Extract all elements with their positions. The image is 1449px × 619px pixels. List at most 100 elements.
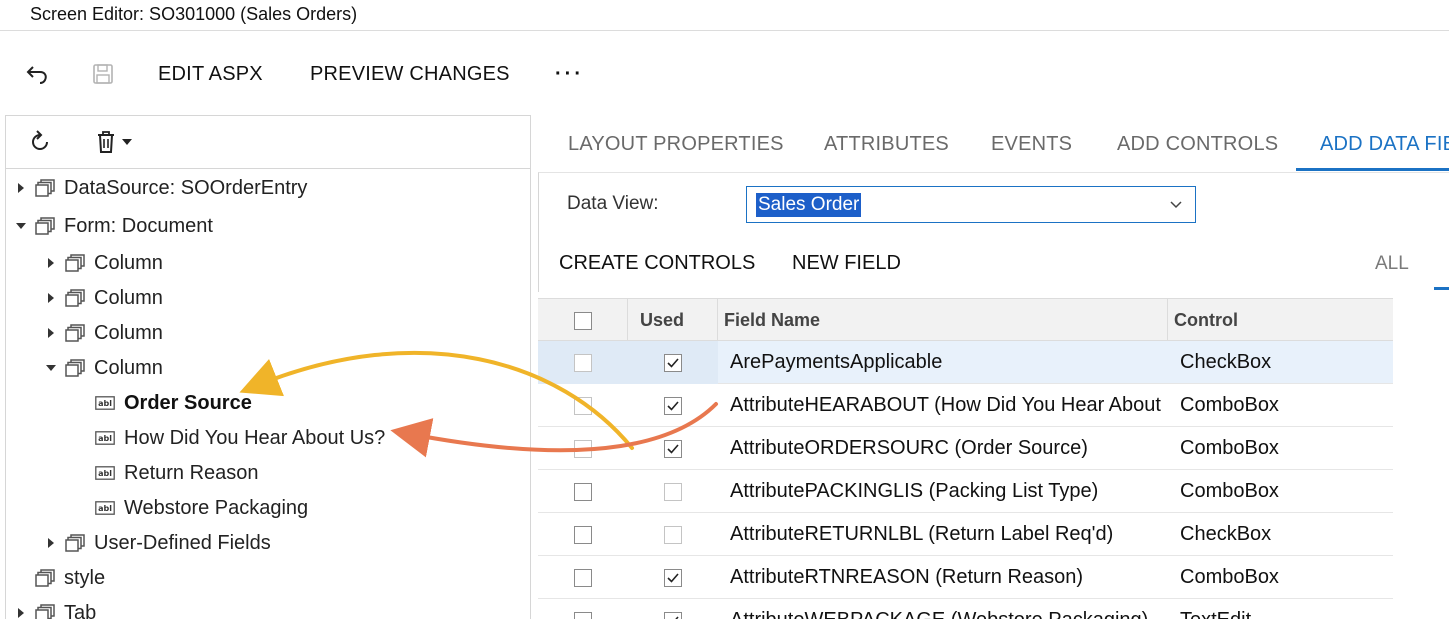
collapse-icon[interactable]: [13, 218, 29, 234]
tab-add-controls[interactable]: ADD CONTROLS: [1117, 133, 1278, 156]
expand-icon[interactable]: [43, 535, 59, 551]
tab-events[interactable]: EVENTS: [991, 133, 1072, 156]
expand-icon[interactable]: [13, 180, 29, 196]
field-name-cell: AttributeWEBPACKAGE (Webstore Packaging): [730, 599, 1166, 619]
expand-icon[interactable]: [43, 290, 59, 306]
tree-node-label: User-Defined Fields: [94, 531, 271, 554]
used-cell: [628, 341, 718, 384]
edit-aspx-button[interactable]: EDIT ASPX: [158, 50, 263, 98]
row-select-cell: [538, 427, 628, 470]
used-cell: [628, 384, 718, 427]
header-control[interactable]: Control: [1168, 299, 1393, 342]
tree-node-label: Return Reason: [124, 461, 259, 484]
collapse-icon[interactable]: [43, 360, 59, 376]
tree-node-column[interactable]: Column: [43, 316, 163, 350]
used-checkbox[interactable]: [664, 396, 682, 415]
data-view-select[interactable]: Sales Order: [746, 186, 1196, 223]
row-select-checkbox[interactable]: [574, 525, 592, 544]
table-row[interactable]: AttributeRETURNLBL (Return Label Req'd) …: [538, 513, 1393, 556]
used-checkbox[interactable]: [664, 611, 682, 619]
tab-add-data-fields[interactable]: ADD DATA FIE: [1320, 133, 1449, 156]
tree-node-form[interactable]: Form: Document: [13, 209, 213, 243]
tree-node-column[interactable]: Column: [43, 246, 163, 280]
expand-icon[interactable]: [43, 255, 59, 271]
tree-node-label: Column: [94, 356, 163, 379]
used-checkbox[interactable]: [664, 568, 682, 587]
tree-node-user-defined-fields[interactable]: User-Defined Fields: [43, 526, 271, 560]
control-cell: ComboBox: [1180, 480, 1279, 502]
filter-all-tab[interactable]: ALL: [1375, 253, 1409, 275]
table-row[interactable]: AttributeHEARABOUT (How Did You Hear Abo…: [538, 384, 1393, 427]
main-toolbar: EDIT ASPX PREVIEW CHANGES ···: [0, 50, 1449, 98]
svg-text:abl: abl: [98, 469, 112, 478]
tree-node-column[interactable]: Column: [43, 351, 163, 385]
field-name-cell: AttributeHEARABOUT (How Did You Hear Abo…: [730, 394, 1166, 416]
tab-attributes[interactable]: ATTRIBUTES: [824, 133, 949, 156]
filter-indicator: [1434, 287, 1449, 290]
row-select-cell: [538, 341, 628, 384]
tree-node-label: Column: [94, 321, 163, 344]
grid-header: Used Field Name Control: [538, 298, 1393, 342]
tree-node-label: Column: [94, 251, 163, 274]
refresh-icon[interactable]: [25, 128, 55, 156]
save-icon[interactable]: [88, 60, 118, 88]
undo-icon[interactable]: [23, 60, 53, 88]
used-cell: [628, 427, 718, 470]
container-icon: [35, 568, 55, 588]
container-icon: [65, 533, 85, 553]
more-menu-button[interactable]: ···: [555, 50, 584, 98]
new-field-button[interactable]: NEW FIELD: [792, 252, 901, 275]
text-field-icon: abl: [95, 393, 115, 413]
tree-node-label: Webstore Packaging: [124, 496, 309, 519]
tree-node-webstore-packaging[interactable]: abl Webstore Packaging: [95, 491, 308, 525]
row-select-cell: [538, 470, 628, 513]
table-row[interactable]: AttributeRTNREASON (Return Reason) Combo…: [538, 556, 1393, 599]
caret-down-icon[interactable]: [119, 128, 135, 156]
control-tree-panel: DataSource: SOOrderEntry Form: Document …: [5, 115, 531, 619]
used-cell: [628, 599, 718, 619]
field-name-cell: ArePaymentsApplicable: [730, 351, 943, 373]
tree-node-label: style: [64, 566, 106, 589]
header-field-name[interactable]: Field Name: [718, 299, 1168, 342]
tree-toolbar: [6, 116, 530, 169]
tree-node-order-source[interactable]: abl Order Source: [95, 386, 252, 420]
select-all-checkbox[interactable]: [573, 311, 592, 330]
tab-layout-properties[interactable]: LAYOUT PROPERTIES: [568, 133, 784, 156]
tree-node-return-reason[interactable]: abl Return Reason: [95, 456, 259, 490]
tree-node-how-did-you-hear[interactable]: abl How Did You Hear About Us?: [95, 421, 385, 455]
row-select-checkbox[interactable]: [574, 439, 592, 458]
table-row[interactable]: ArePaymentsApplicable CheckBox: [538, 341, 1393, 384]
row-select-checkbox[interactable]: [574, 568, 592, 587]
table-row[interactable]: AttributePACKINGLIS (Packing List Type) …: [538, 470, 1393, 513]
table-row[interactable]: AttributeORDERSOURC (Order Source) Combo…: [538, 427, 1393, 470]
container-icon: [35, 178, 55, 198]
text-field-icon: abl: [95, 498, 115, 518]
data-view-value: Sales Order: [756, 192, 862, 217]
expand-icon[interactable]: [43, 325, 59, 341]
table-row[interactable]: AttributeWEBPACKAGE (Webstore Packaging)…: [538, 599, 1393, 619]
window-title: Screen Editor: SO301000 (Sales Orders): [30, 4, 358, 24]
text-field-icon: abl: [95, 463, 115, 483]
header-used[interactable]: Used: [628, 299, 718, 342]
used-checkbox[interactable]: [664, 482, 682, 501]
tree-node-column[interactable]: Column: [43, 281, 163, 315]
row-select-checkbox[interactable]: [574, 396, 592, 415]
row-select-checkbox[interactable]: [574, 611, 592, 619]
trash-icon[interactable]: [91, 128, 121, 156]
expand-icon[interactable]: [13, 605, 29, 619]
row-select-checkbox[interactable]: [574, 482, 592, 501]
used-checkbox[interactable]: [664, 525, 682, 544]
create-controls-button[interactable]: CREATE CONTROLS: [559, 252, 755, 275]
tree-node-tab[interactable]: Tab: [13, 596, 96, 619]
tree-node-datasource[interactable]: DataSource: SOOrderEntry: [13, 171, 307, 205]
used-checkbox[interactable]: [664, 439, 682, 458]
row-select-checkbox[interactable]: [574, 353, 592, 372]
properties-panel: LAYOUT PROPERTIES ATTRIBUTES EVENTS ADD …: [538, 115, 1449, 619]
data-view-label: Data View:: [567, 193, 659, 214]
used-checkbox[interactable]: [664, 353, 682, 372]
tree-node-style[interactable]: style: [35, 561, 105, 595]
used-cell: [628, 470, 718, 513]
preview-changes-button[interactable]: PREVIEW CHANGES: [310, 50, 510, 98]
chevron-down-icon[interactable]: [1169, 196, 1183, 218]
container-icon: [65, 358, 85, 378]
